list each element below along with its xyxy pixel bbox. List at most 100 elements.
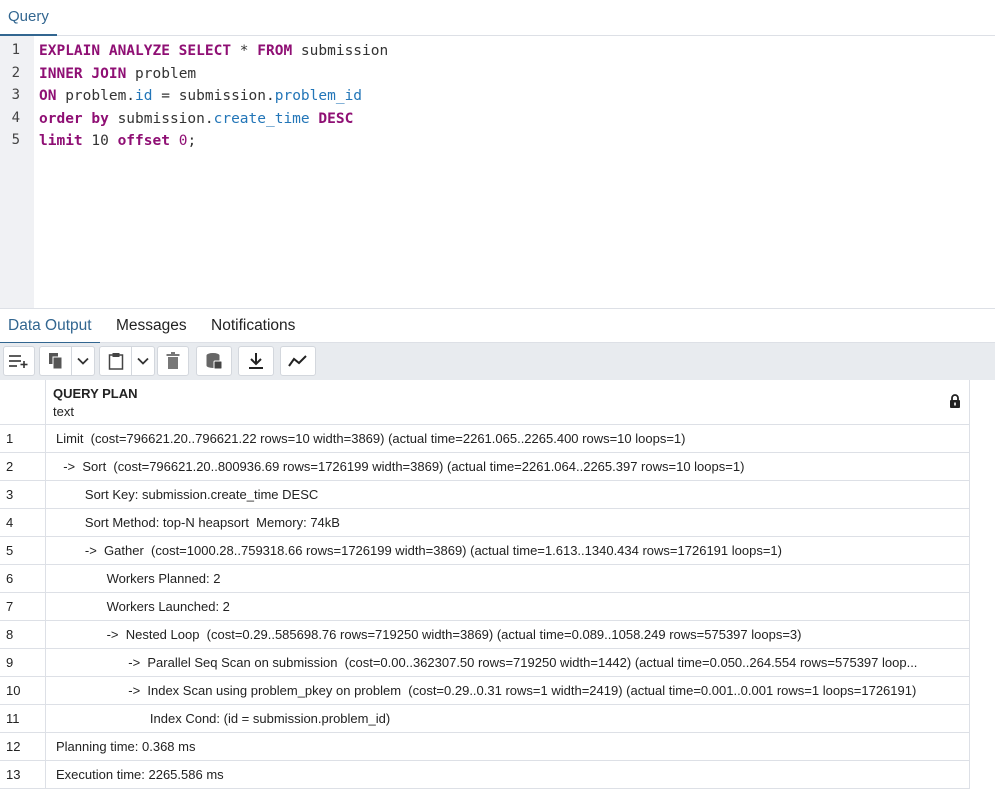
graph-icon [288, 354, 308, 368]
sql-text: submission. [108, 110, 214, 127]
table-row[interactable]: 7 Workers Launched: 2 [0, 593, 970, 621]
copy-button[interactable] [39, 346, 71, 376]
download-icon [248, 352, 264, 370]
query-plan-cell[interactable]: -> Sort (cost=796621.20..800936.69 rows=… [46, 453, 970, 481]
table-row[interactable]: 1 Limit (cost=796621.20..796621.22 rows=1… [0, 425, 970, 453]
query-tab-bar: Query [0, 0, 995, 36]
sql-code[interactable]: EXPLAIN ANALYZE SELECT * FROM submission… [39, 40, 979, 153]
query-plan-cell[interactable]: Workers Launched: 2 [46, 593, 970, 621]
sql-text: = submission. [152, 88, 275, 104]
tab-query[interactable]: Query [0, 0, 57, 36]
row-number[interactable]: 2 [0, 453, 46, 481]
query-plan-cell[interactable]: Execution time: 2265.586 ms [46, 761, 970, 789]
query-plan-cell[interactable]: -> Parallel Seq Scan on submission (cost… [46, 649, 970, 677]
table-row[interactable]: 2 -> Sort (cost=796621.20..800936.69 row… [0, 453, 970, 481]
table-row[interactable]: 12 Planning time: 0.368 ms [0, 733, 970, 761]
add-row-icon [8, 353, 30, 369]
chevron-down-icon [77, 357, 89, 365]
line-number: 2 [11, 64, 20, 81]
table-row[interactable]: 13 Execution time: 2265.586 ms [0, 761, 970, 789]
row-number[interactable]: 6 [0, 565, 46, 593]
query-plan-cell[interactable]: Workers Planned: 2 [46, 565, 970, 593]
tab-messages[interactable]: Messages [116, 309, 187, 344]
grid-header: QUERY PLAN text [0, 380, 970, 425]
table-row[interactable]: 9 -> Parallel Seq Scan on submission (co… [0, 649, 970, 677]
lock-icon [949, 394, 961, 413]
query-plan-cell[interactable]: -> Nested Loop (cost=0.29..585698.76 row… [46, 621, 970, 649]
column-header-query-plan[interactable]: QUERY PLAN text [46, 380, 970, 425]
line-number-gutter: 1 2 3 4 5 [0, 36, 34, 308]
row-number[interactable]: 5 [0, 537, 46, 565]
paste-options-dropdown[interactable] [131, 346, 155, 376]
output-tab-bar: Data Output Messages Notifications [0, 308, 995, 344]
query-plan-cell[interactable]: Sort Key: submission.create_time DESC [46, 481, 970, 509]
query-plan-cell[interactable]: -> Gather (cost=1000.28..759318.66 rows=… [46, 537, 970, 565]
results-toolbar [0, 343, 995, 380]
grid-rows: 1 Limit (cost=796621.20..796621.22 rows=1… [0, 425, 970, 789]
save-data-icon [205, 352, 223, 370]
table-row[interactable]: 5 -> Gather (cost=1000.28..759318.66 row… [0, 537, 970, 565]
sql-keyword: offset [117, 133, 170, 149]
save-data-button[interactable] [196, 346, 232, 376]
row-number[interactable]: 11 [0, 705, 46, 733]
download-button[interactable] [238, 346, 274, 376]
graph-visualiser-button[interactable] [280, 346, 316, 376]
copy-icon [48, 352, 64, 370]
line-number: 3 [11, 87, 20, 103]
query-plan-cell[interactable]: -> Index Scan using problem_pkey on prob… [46, 677, 970, 705]
sql-keyword: ON [39, 88, 57, 104]
sql-editor[interactable]: 1 2 3 4 5 EXPLAIN ANALYZE SELECT * FROM subm… [0, 36, 995, 308]
table-row[interactable]: 6 Workers Planned: 2 [0, 565, 970, 593]
line-number: 5 [11, 132, 20, 148]
tab-data-output[interactable]: Data Output [0, 309, 100, 344]
query-plan-cell[interactable]: Index Cond: (id = submission.problem_id) [46, 705, 970, 733]
query-plan-cell[interactable]: Planning time: 0.368 ms [46, 733, 970, 761]
sql-keyword: order by [39, 110, 109, 127]
table-row[interactable]: 4 Sort Method: top-N heapsort Memory: 74… [0, 509, 970, 537]
code-line[interactable]: INNER JOIN problem [39, 63, 979, 86]
add-row-button[interactable] [3, 346, 35, 376]
table-row[interactable]: 8 -> Nested Loop (cost=0.29..585698.76 r… [0, 621, 970, 649]
line-number: 4 [11, 109, 20, 126]
copy-options-dropdown[interactable] [71, 346, 95, 376]
row-number[interactable]: 10 [0, 677, 46, 705]
sql-keyword: INNER JOIN [39, 65, 127, 82]
row-number[interactable]: 1 [0, 425, 46, 453]
sql-text: submission [292, 43, 389, 59]
column-name: QUERY PLAN [53, 386, 138, 401]
code-line[interactable]: limit 10 offset 0; [39, 130, 979, 153]
row-number[interactable]: 7 [0, 593, 46, 621]
row-number[interactable]: 13 [0, 761, 46, 789]
row-number[interactable]: 12 [0, 733, 46, 761]
query-plan-cell[interactable]: Limit (cost=796621.20..796621.22 rows=10… [46, 425, 970, 453]
table-row[interactable]: 3 Sort Key: submission.create_time DESC [0, 481, 970, 509]
code-line[interactable]: ON problem.id = submission.problem_id [39, 85, 979, 108]
sql-text: problem [126, 65, 197, 82]
chevron-down-icon [137, 357, 149, 365]
column-type: text [53, 404, 74, 419]
query-plan-cell[interactable]: Sort Method: top-N heapsort Memory: 74kB [46, 509, 970, 537]
row-number[interactable]: 4 [0, 509, 46, 537]
table-row[interactable]: 11 Index Cond: (id = submission.problem_… [0, 705, 970, 733]
code-line[interactable]: order by submission.create_time DESC [39, 108, 979, 131]
sql-text: problem. [56, 88, 136, 104]
sql-identifier: create_time [213, 110, 310, 127]
row-number[interactable]: 8 [0, 621, 46, 649]
row-number[interactable]: 3 [0, 481, 46, 509]
sql-text: ; [187, 133, 197, 149]
sql-identifier: problem_id [274, 88, 363, 104]
sql-keyword: DESC [318, 110, 354, 127]
row-number[interactable]: 9 [0, 649, 46, 677]
tab-notifications[interactable]: Notifications [211, 309, 295, 344]
table-row[interactable]: 10 -> Index Scan using problem_pkey on p… [0, 677, 970, 705]
sql-keyword: EXPLAIN ANALYZE SELECT [39, 43, 232, 59]
delete-button[interactable] [157, 346, 189, 376]
sql-identifier: id [135, 88, 153, 104]
paste-button[interactable] [99, 346, 131, 376]
sql-text: 10 [82, 133, 118, 149]
delete-icon [166, 352, 180, 370]
sql-text: * [231, 43, 258, 59]
row-number-header[interactable] [0, 380, 46, 425]
code-line[interactable]: EXPLAIN ANALYZE SELECT * FROM submission [39, 40, 979, 63]
